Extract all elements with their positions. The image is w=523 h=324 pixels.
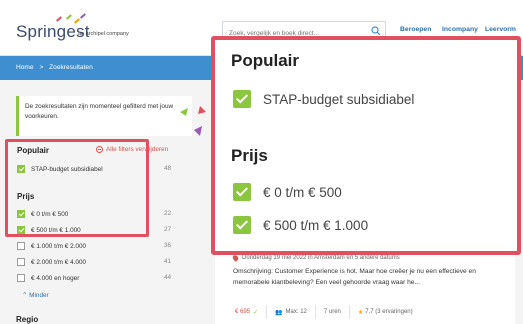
course-hours: 7 uren <box>316 305 350 319</box>
zoom-popular-title: Populair <box>231 51 300 70</box>
zoom-option-price-0[interactable]: € 0 t/m € 500 <box>233 183 342 201</box>
checkbox-checked[interactable] <box>233 90 251 108</box>
zoom-option-label: STAP-budget subsidiabel <box>263 91 415 107</box>
course-description: Omschrijving: Customer Experience is hot… <box>233 268 476 287</box>
location-pin-icon <box>231 254 240 262</box>
checkbox-checked[interactable] <box>233 183 251 201</box>
breadcrumb-current: Zoekresultaten <box>49 64 93 71</box>
nav-incompany[interactable]: Incompany <box>442 26 478 33</box>
course-rating[interactable]: ★ 7,7 (3 ervaringen) <box>350 305 421 319</box>
course-footer: € 695 ✓ 👥 Max: 12 7 uren ★ 7,7 (3 ervari… <box>227 304 421 320</box>
filter-option-label: € 2.000 t/m € 4.000 <box>31 258 87 266</box>
decorative-arrows-icon <box>180 106 206 136</box>
course-rating-value: 7,7 (3 ervaringen) <box>365 309 413 315</box>
filter-count: 27 <box>164 226 172 233</box>
group-icon: 👥 <box>275 309 283 316</box>
filter-option-price-3[interactable]: € 2.000 t/m € 4.000 <box>17 257 86 267</box>
logo-dot-purple-icon <box>80 13 86 19</box>
breadcrumb: Home > Zoekresultaten <box>16 64 97 71</box>
star-icon: ★ <box>357 309 364 316</box>
filter-option-label: € 1.000 t/m € 2.000 <box>31 242 87 250</box>
filter-option-price-2[interactable]: € 1.000 t/m € 2.000 <box>17 241 86 251</box>
checkbox-unchecked[interactable] <box>17 274 25 282</box>
nav-beroepen[interactable]: Beroepen <box>400 26 431 33</box>
filter-region-title: Regio <box>16 315 39 324</box>
filter-count: 48 <box>164 165 172 172</box>
zoom-option-label: € 0 t/m € 500 <box>263 184 342 200</box>
filter-notice-text: De zoekresultaten zijn momenteel gefilte… <box>25 103 174 121</box>
filter-notice: De zoekresultaten zijn momenteel gefilte… <box>16 96 192 136</box>
filter-count: 36 <box>164 242 172 249</box>
logo-dot-green-icon <box>66 14 72 20</box>
filter-option-price-4[interactable]: € 4.000 en hoger <box>17 273 79 283</box>
zoom-option-label: € 500 t/m € 1.000 <box>263 217 369 233</box>
checkbox-checked[interactable] <box>233 216 251 234</box>
filter-count: 22 <box>164 210 172 217</box>
course-hours-value: 7 uren <box>323 309 341 315</box>
show-less-label: Minder <box>29 292 49 299</box>
filter-count: 44 <box>164 274 172 281</box>
checkbox-unchecked[interactable] <box>17 242 25 250</box>
nav-leervorm[interactable]: Leervorm <box>485 26 516 33</box>
course-date-location: Donderdag 19 mei 2022 in Amsterdam en 5 … <box>231 254 400 262</box>
zoom-option-price-1[interactable]: € 500 t/m € 1.000 <box>233 216 368 234</box>
course-card[interactable]: Donderdag 19 mei 2022 in Amsterdam en 5 … <box>215 246 515 324</box>
zoomed-filter-panel: Populair STAP-budget subsidiabel Prijs €… <box>211 36 521 255</box>
show-less-link[interactable]: ⌃ Minder <box>22 291 49 299</box>
course-max: 👥 Max: 12 <box>267 305 316 319</box>
zoom-option-stap[interactable]: STAP-budget subsidiabel <box>233 90 414 108</box>
filter-count: 41 <box>164 258 172 265</box>
filter-option-label: € 4.000 en hoger <box>31 274 80 282</box>
course-price: € 695 ✓ <box>227 305 268 319</box>
highlight-box <box>5 139 149 237</box>
breadcrumb-home[interactable]: Home <box>16 64 34 71</box>
search-icon[interactable] <box>371 26 381 36</box>
logo-subtitle: an archipel company <box>78 31 129 37</box>
zoom-price-title: Prijs <box>231 146 268 165</box>
chevron-up-icon: ⌃ <box>22 292 28 299</box>
course-meta-text: Donderdag 19 mei 2022 in Amsterdam en 5 … <box>242 255 400 261</box>
course-price-value: € 695 <box>235 309 251 315</box>
logo-dot-red-icon <box>56 16 62 22</box>
breadcrumb-separator: > <box>39 64 44 71</box>
springest-logo[interactable]: Springest an archipel company <box>16 13 166 48</box>
course-max-value: Max: 12 <box>285 309 307 315</box>
checkbox-unchecked[interactable] <box>17 258 25 266</box>
check-icon: ✓ <box>253 309 259 316</box>
